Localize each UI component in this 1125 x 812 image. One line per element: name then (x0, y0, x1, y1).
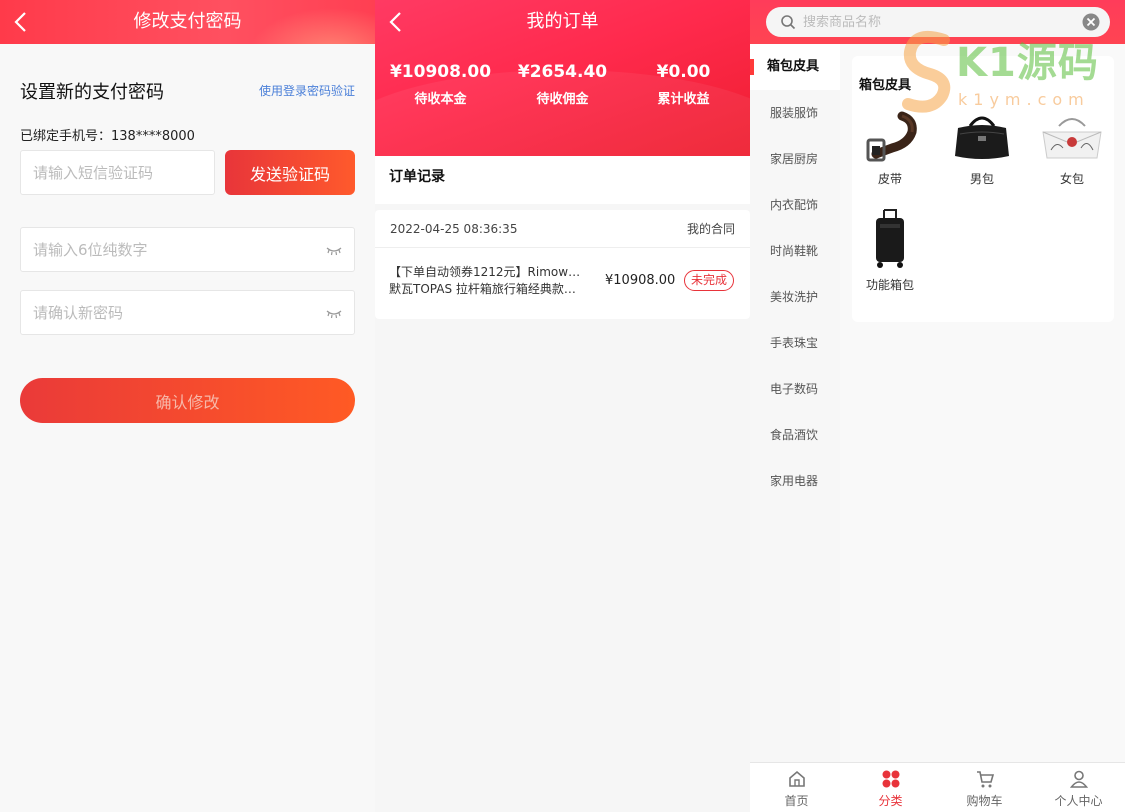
order-card-header: 2022-04-25 08:36:35 我的合同 (375, 210, 750, 248)
category-item-bags[interactable]: 箱包皮具 (750, 44, 840, 90)
cart-icon (976, 771, 994, 788)
order-product-name: 【下单自动领券1212元】Rimowa/日 默瓦TOPAS 拉杆箱旅行箱经典款铝… (389, 264, 587, 298)
tab-category[interactable]: 分类 (844, 763, 937, 812)
product-suitcase[interactable]: 功能箱包 (854, 208, 926, 293)
stat-label: 待收本金 (414, 92, 467, 107)
stat-total-earnings: ¥0.00 累计收益 (621, 62, 746, 107)
stat-label: 累计收益 (657, 92, 710, 107)
page-title: 修改支付密码 (133, 11, 242, 32)
order-price: ¥10908.00 (605, 273, 676, 288)
stat-value: ¥10908.00 (389, 62, 492, 82)
new-password-field[interactable] (20, 227, 355, 272)
order-name-line: 默瓦TOPAS 拉杆箱旅行箱经典款铝… (389, 282, 587, 296)
orders-header: 我的订单 ¥10908.00 待收本金 ¥2654.40 待收佣金 ¥0.00 … (375, 0, 750, 210)
logo-swirl-icon (902, 31, 951, 113)
stat-pending-principal: ¥10908.00 待收本金 (378, 62, 503, 107)
watermark-logo: K1源码 k1ym.com (900, 30, 1110, 115)
belt-icon (866, 111, 917, 162)
category-item-underwear[interactable]: 内衣配饰 (750, 182, 840, 228)
password-header: 修改支付密码 (0, 0, 375, 44)
tab-home[interactable]: 首页 (750, 763, 843, 812)
sms-code-field[interactable] (20, 150, 215, 195)
new-password-input[interactable] (21, 228, 354, 271)
category-item-beauty[interactable]: 美妆洗护 (750, 274, 840, 320)
product-name: 功能箱包 (865, 278, 914, 292)
stat-value: ¥0.00 (656, 62, 711, 82)
sms-code-input[interactable] (21, 151, 214, 194)
stat-label: 待收佣金 (536, 92, 589, 107)
tab-profile[interactable]: 个人中心 (1032, 763, 1125, 812)
status-badge: 未完成 (684, 270, 735, 291)
watermark-domain: k1ym.com (958, 90, 1090, 109)
category-item-food[interactable]: 食品酒饮 (750, 412, 840, 458)
mens-bag-icon (955, 116, 1009, 159)
page-title: 我的订单 (526, 11, 599, 32)
bound-phone-text: 已绑定手机号：138****8000 (20, 129, 195, 144)
category-item-apparel[interactable]: 服装服饰 (750, 90, 840, 136)
order-records-title: 订单记录 (375, 156, 750, 204)
user-icon (1069, 770, 1088, 788)
confirm-change-button[interactable]: 确认修改 (20, 378, 355, 423)
category-item-shoes[interactable]: 时尚鞋靴 (750, 228, 840, 274)
eye-closed-icon[interactable] (326, 307, 342, 319)
eye-closed-icon[interactable] (326, 244, 342, 256)
tab-cart[interactable]: 购物车 (938, 763, 1031, 812)
stat-value: ¥2654.40 (517, 62, 608, 82)
product-name: 女包 (1059, 172, 1084, 186)
category-sidebar: 箱包皮具 服装服饰 家居厨房 内衣配饰 时尚鞋靴 美妆洗护 手表珠宝 电子数码 … (750, 44, 840, 762)
set-password-heading: 设置新的支付密码 (20, 82, 164, 103)
category-content: 箱包皮具 皮带 男包 女包 功能箱包 (840, 44, 1125, 762)
clear-icon[interactable] (1082, 13, 1100, 31)
tab-label: 购物车 (966, 794, 1003, 808)
order-card[interactable]: 2022-04-25 08:36:35 我的合同 【下单自动领券1212元】Ri… (375, 210, 750, 319)
product-belt[interactable]: 皮带 (854, 110, 926, 187)
product-mens-bag[interactable]: 男包 (946, 110, 1018, 187)
confirm-password-field[interactable] (20, 290, 355, 335)
confirm-password-input[interactable] (21, 291, 354, 334)
send-code-button[interactable]: 发送验证码 (225, 150, 355, 195)
product-name: 男包 (969, 172, 994, 186)
search-icon (781, 15, 796, 30)
category-panel: 箱包皮具 服装服饰 家居厨房 内衣配饰 时尚鞋靴 美妆洗护 手表珠宝 电子数码 … (750, 0, 1125, 812)
login-password-verify-link[interactable]: 使用登录密码验证 (259, 82, 355, 99)
tab-label: 个人中心 (1054, 794, 1103, 808)
product-womens-bag[interactable]: 女包 (1036, 110, 1108, 187)
category-item-watches[interactable]: 手表珠宝 (750, 320, 840, 366)
order-date: 2022-04-25 08:36:35 (390, 222, 518, 236)
tab-label: 分类 (878, 794, 903, 808)
watermark-brand: K1源码 (956, 40, 1099, 86)
category-item-electronics[interactable]: 电子数码 (750, 366, 840, 412)
product-name: 皮带 (877, 172, 902, 186)
order-contract-link[interactable]: 我的合同 (687, 210, 735, 248)
home-icon (788, 770, 805, 787)
password-panel: 修改支付密码 设置新的支付密码 使用登录密码验证 已绑定手机号：138****8… (0, 0, 375, 812)
bottom-tab-bar: 首页 分类 购物车 个人中心 (750, 762, 1125, 812)
womens-bag-icon (1042, 118, 1102, 159)
tab-label: 首页 (784, 794, 809, 808)
category-item-home-kitchen[interactable]: 家居厨房 (750, 136, 840, 182)
category-item-appliances[interactable]: 家用电器 (750, 458, 840, 504)
category-icon (882, 770, 899, 788)
order-name-line: 【下单自动领券1212元】Rimowa/日 (389, 265, 587, 279)
orders-panel: 我的订单 ¥10908.00 待收本金 ¥2654.40 待收佣金 ¥0.00 … (375, 0, 750, 812)
suitcase-icon (876, 209, 904, 268)
stat-pending-commission: ¥2654.40 待收佣金 (500, 62, 625, 107)
